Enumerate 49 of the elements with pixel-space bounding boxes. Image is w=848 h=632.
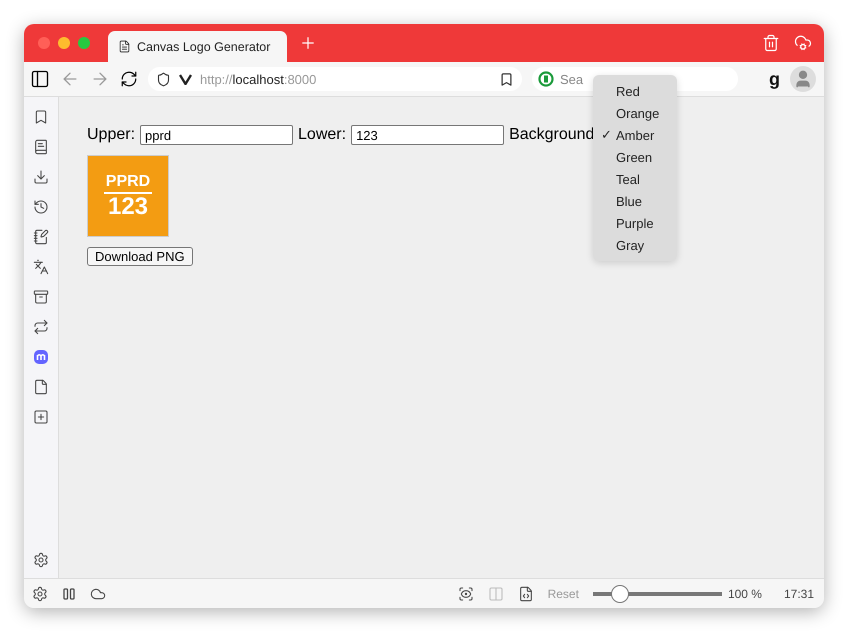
shield-icon[interactable] [156, 72, 171, 86]
v-logo-icon[interactable] [179, 74, 192, 84]
page-actions-icon[interactable] [518, 586, 534, 602]
menu-option[interactable]: Red [593, 80, 677, 102]
cloud-icon[interactable] [794, 34, 812, 52]
slider-thumb[interactable] [611, 584, 630, 602]
menu-option[interactable]: ✓ Amber [593, 124, 677, 146]
chat-icon[interactable] [33, 349, 49, 365]
menu-option[interactable]: Green [593, 146, 677, 168]
sidebar-toggle-icon[interactable] [30, 69, 50, 89]
menu-option[interactable]: Blue [593, 190, 677, 212]
settings-icon[interactable] [33, 552, 49, 568]
capture-icon[interactable] [458, 586, 474, 602]
zoom-level: 100 % [728, 586, 762, 600]
background-label: Background [509, 126, 594, 144]
address-field[interactable]: http://localhost:8000 [148, 67, 522, 91]
new-tab-icon[interactable] [299, 34, 317, 52]
notes-icon[interactable] [33, 229, 49, 245]
sync-icon[interactable] [33, 319, 49, 335]
menu-option[interactable]: Teal [593, 168, 677, 190]
reload-icon[interactable] [120, 70, 138, 88]
download-icon[interactable] [33, 169, 49, 185]
search-engine-icon[interactable] [538, 71, 554, 87]
page-icon [118, 40, 131, 53]
logo-preview: PPRD 123 [87, 155, 169, 237]
menu-option[interactable]: Gray [593, 234, 677, 256]
add-panel-icon[interactable] [33, 409, 49, 425]
bookmark-icon[interactable] [33, 109, 49, 125]
book-icon[interactable] [33, 139, 49, 155]
pause-icon[interactable] [62, 586, 76, 600]
download-button[interactable]: Download PNG [87, 247, 193, 266]
translate-icon[interactable] [33, 259, 49, 275]
menu-option[interactable]: Orange [593, 102, 677, 124]
page-icon[interactable] [33, 379, 49, 395]
upper-field[interactable]: pprd [140, 125, 294, 145]
settings-icon[interactable] [32, 586, 48, 602]
history-icon[interactable] [33, 199, 49, 215]
trash-icon[interactable] [762, 34, 780, 52]
lower-label: Lower: [298, 126, 346, 144]
menu-option[interactable]: Purple [593, 212, 677, 234]
clock: 17:31 [784, 586, 814, 600]
check-mark: ✓ [601, 128, 611, 142]
browser-tab[interactable]: Canvas Logo Generator [108, 31, 287, 62]
bookmark-icon[interactable] [499, 72, 514, 86]
extension-icon[interactable]: g [769, 68, 780, 90]
archive-icon[interactable] [33, 289, 49, 305]
lower-field[interactable]: 123 [351, 125, 504, 145]
profile-avatar[interactable] [790, 66, 816, 92]
upper-label: Upper: [87, 126, 136, 144]
